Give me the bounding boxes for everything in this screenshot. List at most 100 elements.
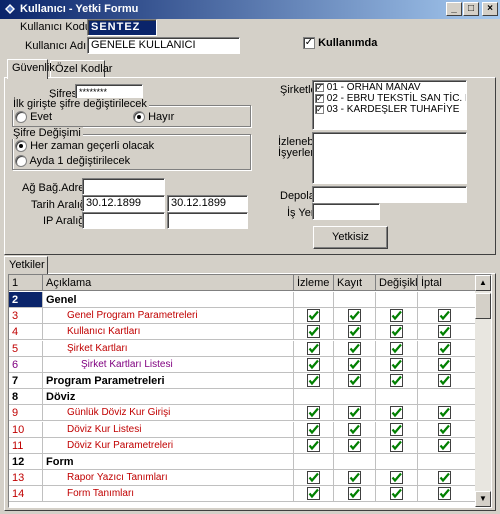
first-login-yes[interactable]: Evet: [15, 111, 52, 124]
company-checkbox[interactable]: ✓: [315, 93, 324, 103]
permission-check-icon[interactable]: [307, 406, 320, 420]
cancel-cell[interactable]: [418, 389, 476, 406]
company-item[interactable]: ✓ 01 - ORHAN MANAV: [313, 82, 466, 93]
grid-vertical-scrollbar[interactable]: ▲ ▼: [475, 275, 491, 507]
workplaces-list[interactable]: [312, 132, 467, 184]
permission-check-icon[interactable]: [390, 487, 403, 501]
permission-check-icon[interactable]: [307, 374, 320, 387]
change-option-always-radio[interactable]: [15, 140, 27, 153]
tab-security[interactable]: Güvenlik: [7, 59, 55, 79]
permission-check-icon[interactable]: [438, 487, 451, 501]
first-login-yes-radio[interactable]: [15, 111, 27, 124]
permissions-grid[interactable]: 1 Açıklama İzleme Kayıt Değişiklik İptal…: [8, 274, 492, 508]
table-row[interactable]: 4 Kullanıcı Kartları: [9, 324, 476, 341]
company-checkbox[interactable]: ✓: [315, 82, 324, 92]
permission-check-icon[interactable]: [348, 357, 361, 371]
permission-check-icon[interactable]: [438, 406, 451, 420]
close-button[interactable]: ×: [482, 2, 498, 16]
first-login-no[interactable]: Hayır: [133, 111, 174, 124]
cancel-cell[interactable]: [418, 454, 476, 470]
permission-check-icon[interactable]: [390, 309, 403, 323]
permission-check-icon[interactable]: [348, 341, 361, 355]
permission-check-icon[interactable]: [307, 422, 320, 436]
active-checkbox-box[interactable]: ✓: [303, 37, 315, 50]
minimize-button[interactable]: _: [446, 2, 462, 16]
permission-check-icon[interactable]: [390, 357, 403, 371]
permission-check-icon[interactable]: [438, 374, 451, 387]
table-row[interactable]: 7 Program Parametreleri: [9, 373, 476, 389]
permission-check-icon[interactable]: [390, 341, 403, 355]
permission-check-icon[interactable]: [438, 341, 451, 355]
table-row[interactable]: 11 Döviz Kur Parametreleri: [9, 437, 476, 454]
active-checkbox[interactable]: ✓ Kullanımda: [303, 37, 377, 50]
header-description[interactable]: Açıklama: [43, 275, 294, 291]
table-row[interactable]: 13 Rapor Yazıcı Tanımları: [9, 470, 476, 487]
change-option-always[interactable]: Her zaman geçerli olacak: [15, 140, 154, 153]
permission-check-icon[interactable]: [390, 374, 403, 387]
permission-check-icon[interactable]: [390, 438, 403, 452]
permission-check-icon[interactable]: [348, 422, 361, 436]
maximize-button[interactable]: □: [463, 2, 479, 16]
permission-check-icon[interactable]: [390, 325, 403, 339]
view-cell[interactable]: [294, 454, 334, 470]
save-cell[interactable]: [334, 389, 376, 406]
view-cell[interactable]: [294, 389, 334, 406]
companies-list[interactable]: ✓ 01 - ORHAN MANAV ✓ 02 - EBRU TEKSTİL S…: [312, 80, 467, 130]
header-change[interactable]: Değişiklik: [376, 275, 418, 291]
permission-check-icon[interactable]: [438, 438, 451, 452]
table-row[interactable]: 6 Şirket Kartları Listesi: [9, 356, 476, 373]
date-from-field[interactable]: 30.12.1899: [82, 195, 165, 212]
change-option-monthly-radio[interactable]: [15, 155, 27, 168]
permission-check-icon[interactable]: [390, 471, 403, 485]
workplace-field[interactable]: [312, 203, 380, 220]
tab-special-codes[interactable]: Özel Kodlar: [50, 60, 112, 78]
permission-check-icon[interactable]: [307, 357, 320, 371]
tab-permissions[interactable]: Yetkiler: [4, 256, 48, 274]
permission-check-icon[interactable]: [307, 341, 320, 355]
network-field[interactable]: [82, 178, 165, 195]
cancel-cell[interactable]: [418, 292, 476, 308]
view-cell[interactable]: [294, 292, 334, 308]
table-row[interactable]: 2 Genel: [9, 292, 476, 308]
depot-field[interactable]: [312, 186, 467, 203]
change-cell[interactable]: [376, 292, 418, 308]
scroll-thumb[interactable]: [475, 293, 491, 319]
ip-from-field[interactable]: [82, 212, 165, 229]
company-item[interactable]: ✓ 03 - KARDEŞLER TUHAFİYE: [313, 104, 466, 115]
permission-check-icon[interactable]: [348, 406, 361, 420]
company-checkbox[interactable]: ✓: [315, 104, 324, 114]
table-row[interactable]: 10 Döviz Kur Listesi: [9, 421, 476, 438]
permission-check-icon[interactable]: [348, 471, 361, 485]
table-row[interactable]: 5 Şirket Kartları: [9, 340, 476, 357]
permission-check-icon[interactable]: [390, 422, 403, 436]
permission-check-icon[interactable]: [348, 309, 361, 323]
user-name-field[interactable]: GENELE KULLANICI: [87, 37, 240, 54]
permission-check-icon[interactable]: [307, 438, 320, 452]
header-save[interactable]: Kayıt: [334, 275, 376, 291]
change-cell[interactable]: [376, 389, 418, 406]
permission-check-icon[interactable]: [438, 422, 451, 436]
header-view[interactable]: İzleme: [294, 275, 334, 291]
permission-check-icon[interactable]: [348, 487, 361, 501]
company-item[interactable]: ✓ 02 - EBRU TEKSTİL SAN TİC. LTD: [313, 93, 466, 104]
permissions-button[interactable]: Yetkisiz: [313, 226, 388, 249]
permission-check-icon[interactable]: [348, 325, 361, 339]
scroll-up-icon[interactable]: ▲: [475, 275, 491, 291]
permission-check-icon[interactable]: [307, 325, 320, 339]
save-cell[interactable]: [334, 292, 376, 308]
table-row[interactable]: 8 Döviz: [9, 389, 476, 406]
date-to-field[interactable]: 30.12.1899: [167, 195, 248, 212]
permission-check-icon[interactable]: [348, 374, 361, 387]
table-row[interactable]: 14 Form Tanımları: [9, 486, 476, 503]
permission-check-icon[interactable]: [307, 309, 320, 323]
table-row[interactable]: 3 Genel Program Parametreleri: [9, 308, 476, 325]
table-row[interactable]: 9 Günlük Döviz Kur Girişi: [9, 405, 476, 422]
permission-check-icon[interactable]: [438, 325, 451, 339]
user-code-field[interactable]: SENTEZ: [87, 19, 157, 36]
change-cell[interactable]: [376, 454, 418, 470]
permission-check-icon[interactable]: [307, 487, 320, 501]
permission-check-icon[interactable]: [438, 309, 451, 323]
header-cancel[interactable]: İptal: [418, 275, 476, 291]
table-row[interactable]: 12 Form: [9, 454, 476, 470]
scroll-down-icon[interactable]: ▼: [475, 491, 491, 507]
